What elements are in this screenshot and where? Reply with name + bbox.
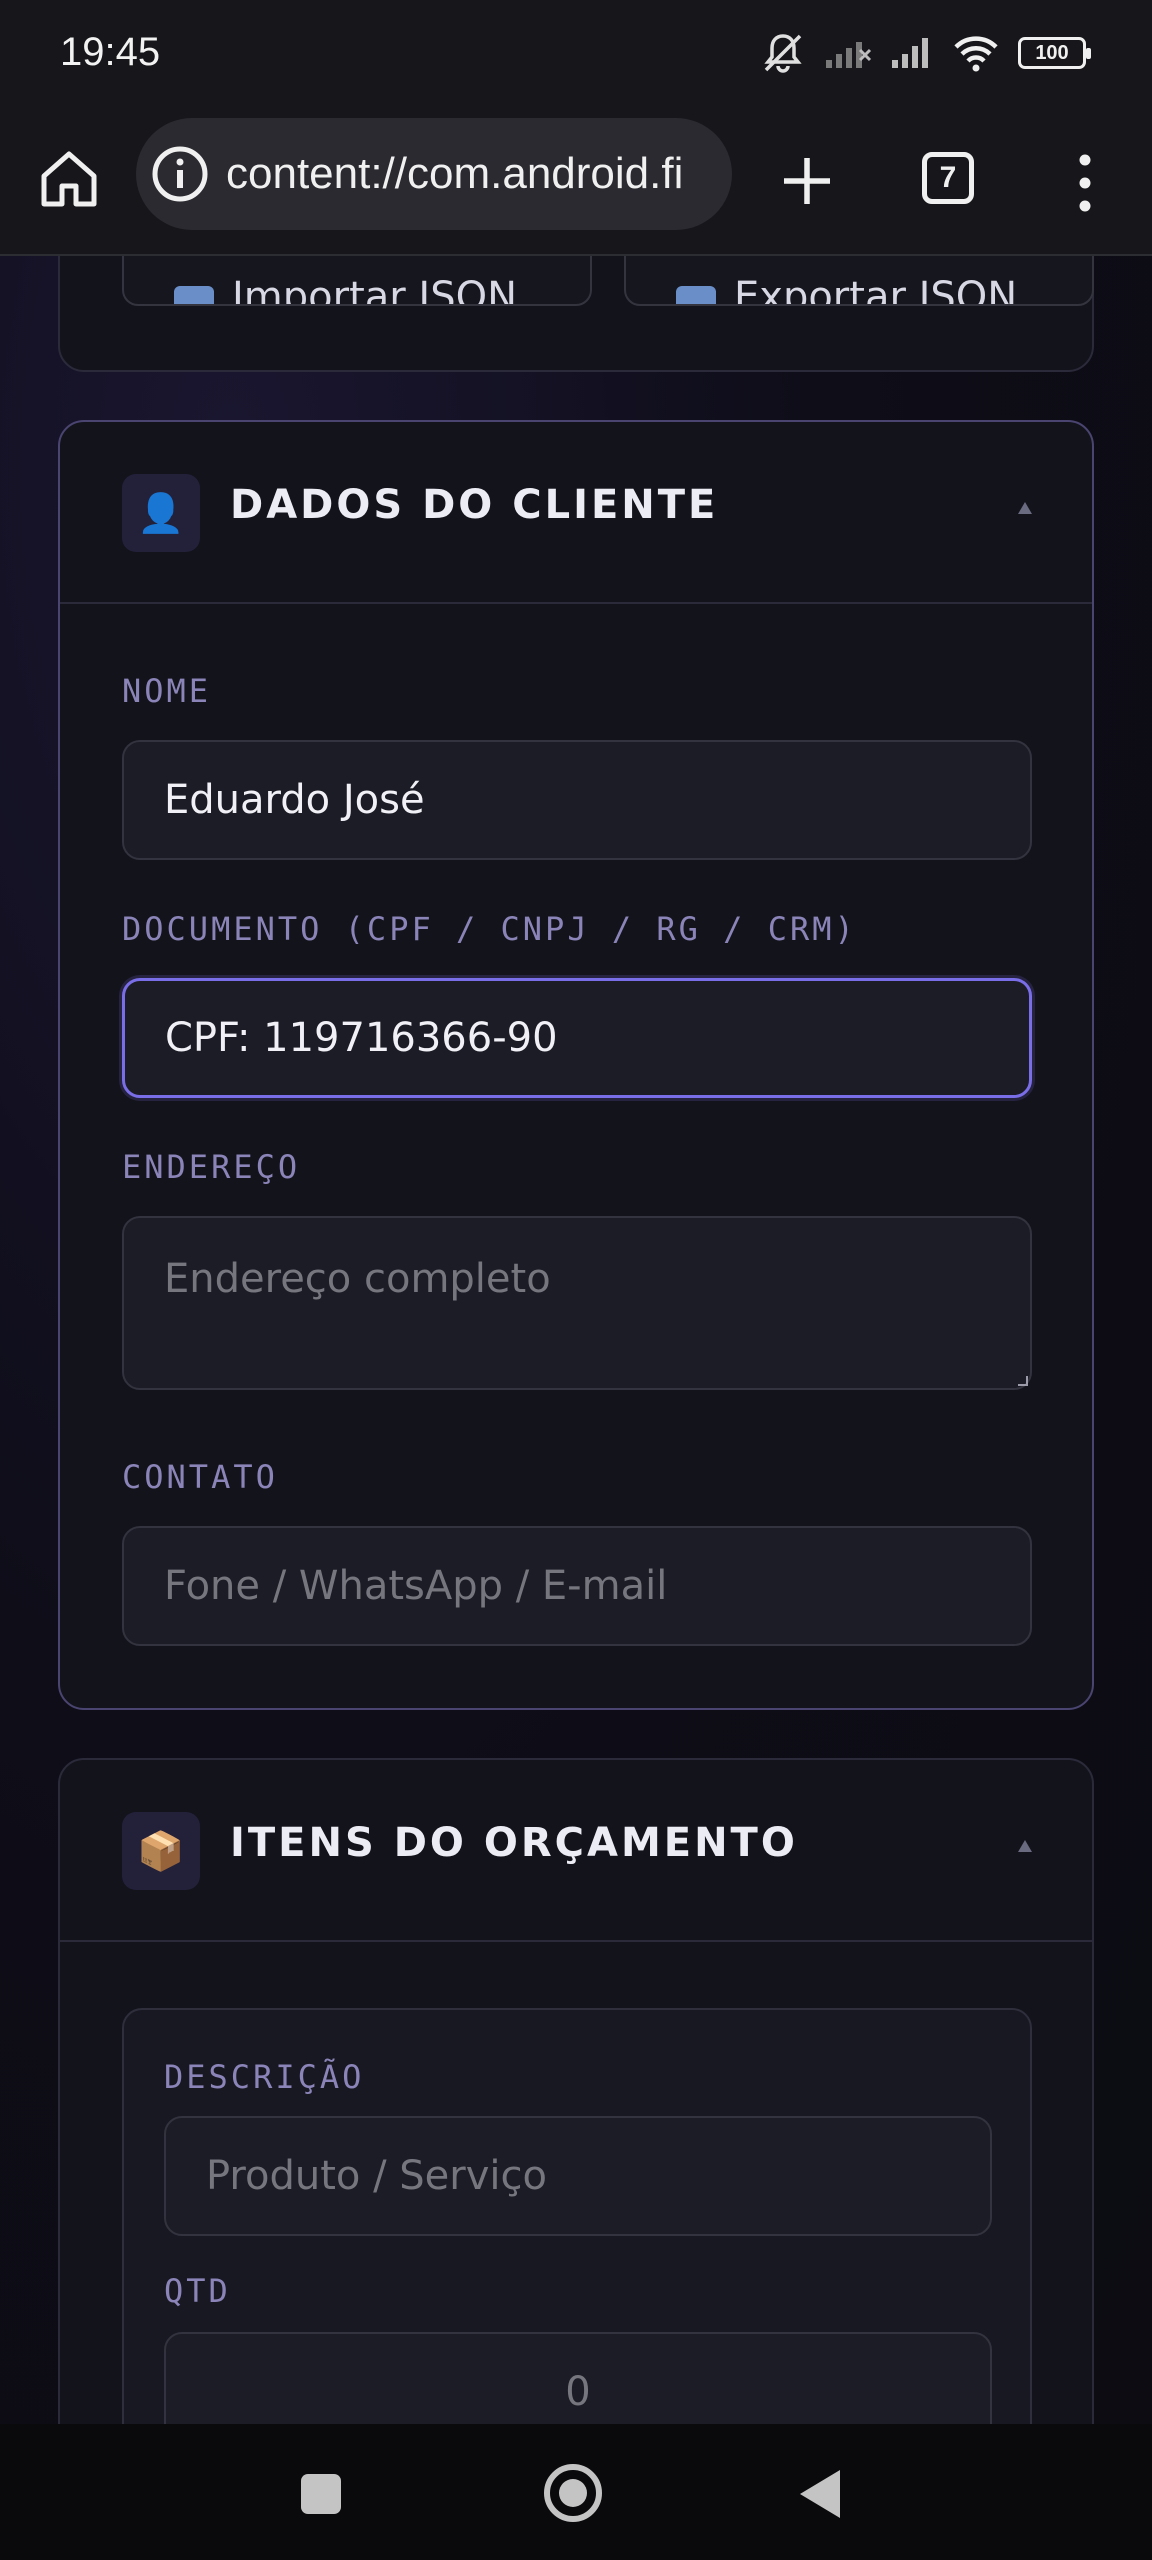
import-icon bbox=[174, 286, 214, 304]
io-card: Importar JSON Exportar JSON bbox=[58, 256, 1094, 372]
client-card: 👤 DADOS DO CLIENTE NOME Eduardo José DOC… bbox=[58, 420, 1094, 1710]
items-section-title: ITENS DO ORÇAMENTO bbox=[230, 1820, 798, 1866]
name-field[interactable]: Eduardo José bbox=[122, 740, 1032, 860]
qty-label: QTD bbox=[164, 2272, 231, 2310]
home-icon[interactable] bbox=[36, 146, 102, 212]
user-icon: 👤 bbox=[122, 474, 200, 552]
description-label: DESCRIÇÃO bbox=[164, 2058, 365, 2096]
status-bar: 19:45 100 bbox=[0, 0, 1152, 112]
plus-icon[interactable] bbox=[772, 146, 842, 216]
signal-1-icon bbox=[826, 42, 872, 68]
description-placeholder: Produto / Serviço bbox=[206, 2153, 547, 2199]
import-json-button[interactable]: Importar JSON bbox=[122, 256, 592, 306]
browser-toolbar: content://com.android.fi 7 bbox=[0, 112, 1152, 256]
item-row: DESCRIÇÃO Produto / Serviço QTD 0 bbox=[122, 2008, 1032, 2424]
home-nav-icon[interactable] bbox=[544, 2464, 602, 2522]
address-placeholder: Endereço completo bbox=[164, 1256, 551, 1302]
name-label: NOME bbox=[122, 672, 212, 710]
battery-icon: 100 bbox=[1018, 37, 1091, 69]
items-card: 📦 ITENS DO ORÇAMENTO DESCRIÇÃO Produto /… bbox=[58, 1758, 1094, 2424]
export-json-button[interactable]: Exportar JSON bbox=[624, 256, 1094, 306]
signal-2-icon bbox=[892, 38, 928, 68]
system-nav-bar bbox=[0, 2424, 1152, 2560]
url-bar[interactable]: content://com.android.fi bbox=[136, 118, 732, 230]
contact-placeholder: Fone / WhatsApp / E-mail bbox=[164, 1563, 668, 1609]
url-text[interactable]: content://com.android.fi bbox=[226, 118, 683, 230]
document-value: CPF: 119716366-90 bbox=[165, 1015, 558, 1061]
export-label: Exportar JSON bbox=[734, 274, 1018, 306]
contact-label: CONTATO bbox=[122, 1458, 278, 1496]
tabs-icon[interactable]: 7 bbox=[922, 152, 974, 204]
description-field[interactable]: Produto / Serviço bbox=[164, 2116, 992, 2236]
client-card-header[interactable]: 👤 DADOS DO CLIENTE bbox=[60, 422, 1092, 604]
contact-field[interactable]: Fone / WhatsApp / E-mail bbox=[122, 1526, 1032, 1646]
name-value: Eduardo José bbox=[164, 777, 425, 823]
battery-level: 100 bbox=[1035, 42, 1069, 64]
info-icon[interactable] bbox=[150, 144, 210, 204]
resize-grip-icon[interactable] bbox=[1018, 1376, 1028, 1386]
mute-bell-icon bbox=[764, 34, 802, 73]
collapse-caret-icon[interactable] bbox=[1018, 502, 1032, 514]
document-label: DOCUMENTO (CPF / CNPJ / RG / CRM) bbox=[122, 910, 857, 948]
wifi-icon bbox=[954, 36, 998, 72]
back-icon[interactable] bbox=[800, 2470, 840, 2518]
package-emoji: 📦 bbox=[137, 1829, 185, 1873]
client-section-title: DADOS DO CLIENTE bbox=[230, 482, 719, 528]
qty-placeholder: 0 bbox=[565, 2369, 591, 2415]
status-icons: 100 bbox=[760, 28, 1091, 78]
clock: 19:45 bbox=[60, 30, 161, 74]
collapse-caret-icon[interactable] bbox=[1018, 1840, 1032, 1852]
user-emoji: 👤 bbox=[137, 491, 185, 535]
items-card-header[interactable]: 📦 ITENS DO ORÇAMENTO bbox=[60, 1760, 1092, 1942]
address-field[interactable]: Endereço completo bbox=[122, 1216, 1032, 1390]
package-icon: 📦 bbox=[122, 1812, 200, 1890]
recents-icon[interactable] bbox=[301, 2474, 341, 2514]
qty-field[interactable]: 0 bbox=[164, 2332, 992, 2424]
export-icon bbox=[676, 286, 716, 304]
more-vert-icon[interactable] bbox=[1070, 150, 1100, 216]
document-field[interactable]: CPF: 119716366-90 bbox=[122, 978, 1032, 1098]
page-content: Importar JSON Exportar JSON 👤 DADOS DO C… bbox=[0, 256, 1152, 2424]
address-label: ENDEREÇO bbox=[122, 1148, 301, 1186]
import-label: Importar JSON bbox=[232, 274, 518, 306]
